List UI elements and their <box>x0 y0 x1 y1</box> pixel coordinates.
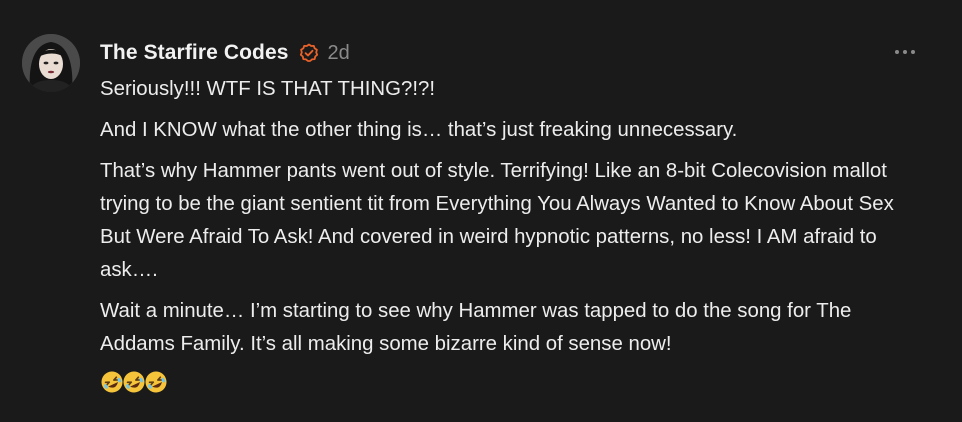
comment-paragraph: And I KNOW what the other thing is… that… <box>100 119 738 141</box>
comment-paragraph: That’s why Hammer pants went out of styl… <box>100 160 894 281</box>
more-horizontal-icon <box>895 50 899 54</box>
comment: The Starfire Codes 2d Seriously!!! WTF I… <box>0 0 962 422</box>
timestamp[interactable]: 2d <box>328 42 350 65</box>
author-name[interactable]: The Starfire Codes <box>100 41 289 65</box>
rolling-laughing-emoji-icon <box>101 371 123 393</box>
verified-check-icon <box>299 43 319 63</box>
comment-header: The Starfire Codes 2d <box>100 38 350 68</box>
rolling-laughing-emoji-icon <box>123 371 145 393</box>
comment-paragraph: Wait a minute… I’m starting to see why H… <box>100 300 852 355</box>
comment-body: Seriously!!! WTF IS THAT THING?!?! And I… <box>100 73 930 395</box>
more-options-button[interactable] <box>890 42 920 62</box>
rolling-laughing-emoji-icon <box>145 371 167 393</box>
avatar[interactable] <box>22 34 80 92</box>
emoji-row <box>100 369 930 395</box>
comment-paragraph: Seriously!!! WTF IS THAT THING?!?! <box>100 78 436 100</box>
